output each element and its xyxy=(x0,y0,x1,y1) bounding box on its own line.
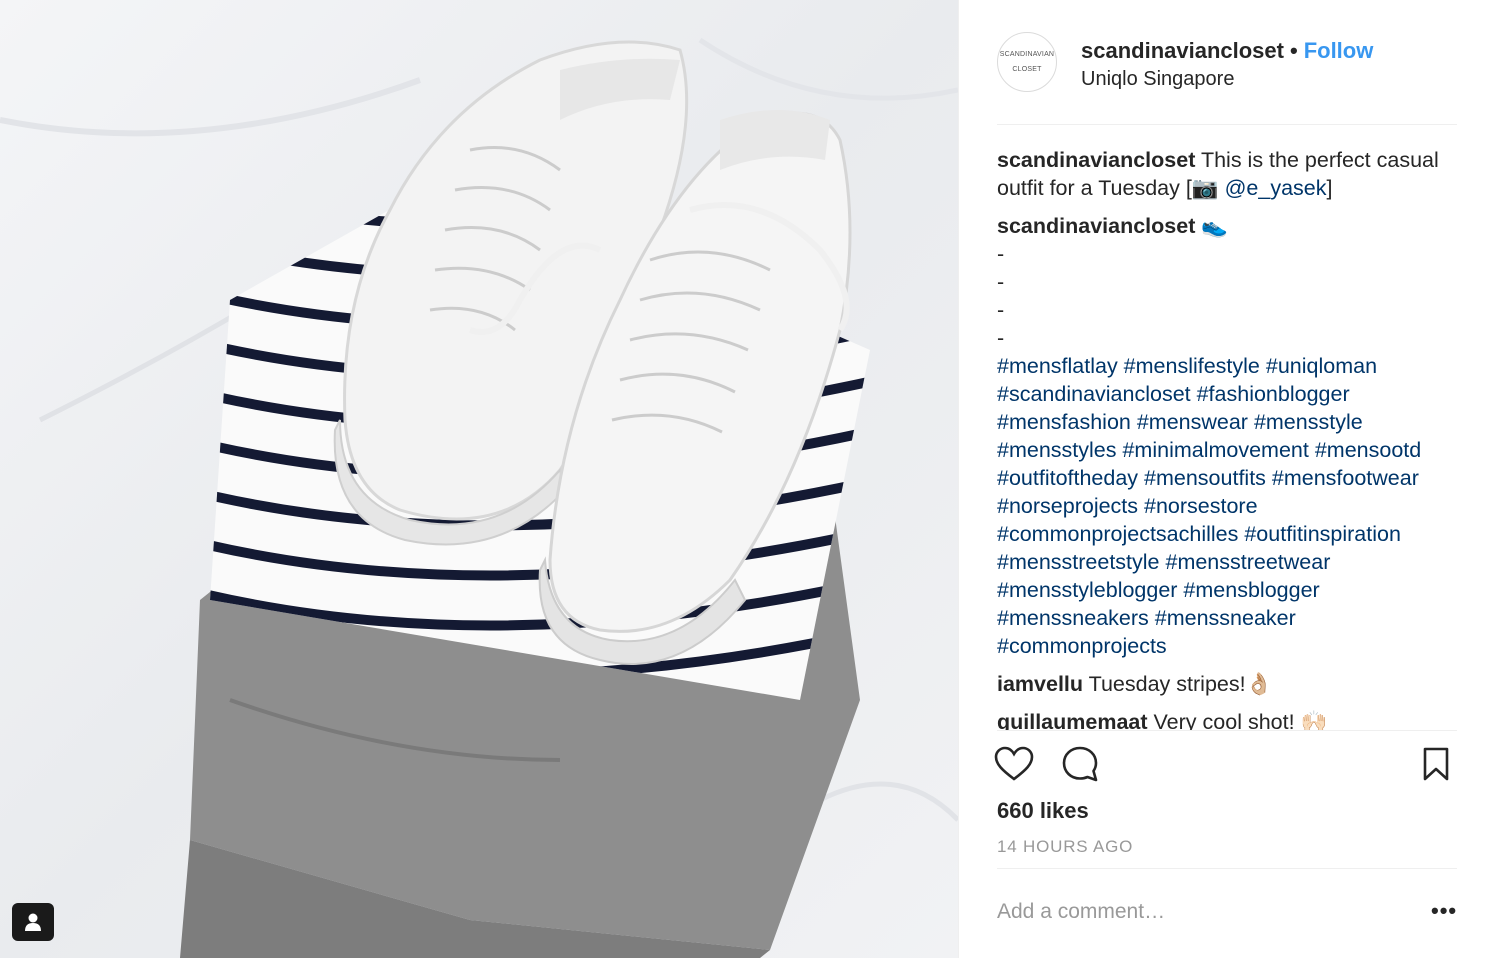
username-row: scandinaviancloset • Follow xyxy=(1081,38,1373,64)
post-username[interactable]: scandinaviancloset xyxy=(1081,38,1284,63)
like-button[interactable] xyxy=(993,742,1035,786)
header-divider xyxy=(997,124,1457,125)
avatar-text-line1: SCANDINAVIAN xyxy=(999,51,1055,58)
bookmark-icon xyxy=(1423,747,1449,781)
add-comment-input[interactable]: Add a comment… xyxy=(997,900,1165,924)
camera-emoji: 📷 xyxy=(1191,176,1219,200)
hashtag-links[interactable]: #mensflatlay #menslifestyle #uniqloman #… xyxy=(997,352,1457,660)
sneakers-on-striped-shirt-photo xyxy=(0,0,958,958)
follow-button[interactable]: Follow xyxy=(1304,38,1374,63)
post-details-panel: SCANDINAVIAN CLOSET scandinaviancloset • F… xyxy=(958,0,1496,958)
comment-username[interactable]: iamvellu xyxy=(997,672,1083,696)
location-link[interactable]: Uniqlo Singapore xyxy=(1081,68,1234,91)
tagged-people-button[interactable] xyxy=(12,903,54,941)
comment-item: scandinaviancloset 👟 - - - - #mensflatla… xyxy=(997,212,1457,660)
comment-item: guillaumemaat Very cool shot! 🙌🏻 xyxy=(997,708,1457,730)
caption-username[interactable]: scandinaviancloset xyxy=(997,148,1195,172)
comments-list[interactable]: scandinaviancloset This is the perfect c… xyxy=(997,146,1457,730)
comments-divider xyxy=(997,730,1457,731)
person-icon xyxy=(25,913,41,931)
avatar[interactable]: SCANDINAVIAN CLOSET xyxy=(997,32,1057,92)
comment-text: Very cool shot! xyxy=(1153,710,1295,730)
comment-bubble-icon xyxy=(1062,746,1098,782)
mention-link[interactable]: @e_yasek xyxy=(1225,176,1327,200)
caption-text-end: ] xyxy=(1326,176,1333,200)
sneaker-emoji: 👟 xyxy=(1201,214,1229,238)
ok-hand-emoji: 👌🏼 xyxy=(1245,672,1273,696)
likes-count[interactable]: 660 likes xyxy=(997,798,1089,824)
footer-divider xyxy=(997,868,1457,869)
comment-button[interactable] xyxy=(1059,742,1101,786)
save-button[interactable] xyxy=(1415,742,1457,786)
comment-item: iamvellu Tuesday stripes!👌🏼 xyxy=(997,670,1457,698)
avatar-text-line2: CLOSET xyxy=(1012,66,1042,73)
action-bar xyxy=(994,742,1457,790)
raised-hands-emoji: 🙌🏻 xyxy=(1300,710,1328,730)
separator-dot: • xyxy=(1289,38,1298,63)
post-timestamp[interactable]: 14 HOURS AGO xyxy=(997,837,1133,857)
comment-username[interactable]: guillaumemaat xyxy=(997,710,1148,730)
comment-username[interactable]: scandinaviancloset xyxy=(997,214,1195,238)
more-options-button[interactable]: ••• xyxy=(1431,898,1457,924)
comment-dashes: - - - - xyxy=(997,242,1005,350)
comment-text: Tuesday stripes! xyxy=(1088,672,1246,696)
post-header: SCANDINAVIAN CLOSET scandinaviancloset • F… xyxy=(997,32,1457,96)
post-image[interactable] xyxy=(0,0,958,958)
caption: scandinaviancloset This is the perfect c… xyxy=(997,146,1457,202)
heart-icon xyxy=(994,746,1034,781)
